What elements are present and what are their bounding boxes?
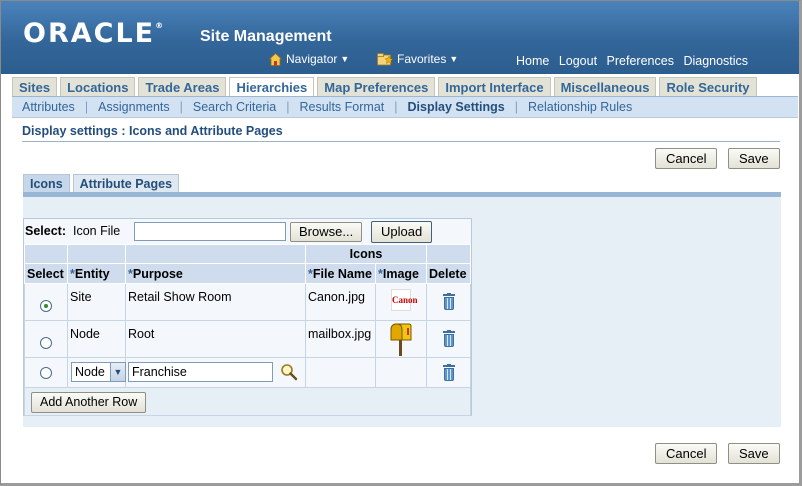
table-row: Node Root mailbox.jpg: [24, 320, 471, 358]
image-cell: Canon: [375, 283, 427, 321]
table-footer-row: Add Another Row: [24, 387, 471, 416]
icons-table: Icons Select *Entity *Purpose *File Name…: [24, 244, 471, 416]
file-name-cell: Canon.jpg: [305, 283, 376, 321]
blank-header: [67, 244, 126, 264]
subnav-search-criteria[interactable]: Search Criteria: [183, 100, 286, 114]
cancel-button-top[interactable]: Cancel: [655, 148, 718, 169]
preferences-link[interactable]: Preferences: [607, 54, 674, 68]
trash-icon[interactable]: [442, 364, 455, 381]
save-button-bottom[interactable]: Save: [728, 443, 780, 464]
title-divider: [22, 141, 780, 142]
entity-cell: Node: [67, 320, 126, 358]
blank-header: [24, 244, 68, 264]
tab-sites[interactable]: Sites: [12, 77, 58, 96]
upload-row: Select: Icon File Browse... Upload: [24, 220, 470, 244]
subnav-relationship-rules[interactable]: Relationship Rules: [518, 100, 642, 114]
purpose-input[interactable]: Franchise: [128, 362, 273, 382]
entity-cell: Site: [67, 283, 126, 321]
canon-image: Canon: [391, 289, 418, 311]
save-button-top[interactable]: Save: [728, 148, 780, 169]
icon-file-label: Icon File: [73, 224, 121, 238]
mailbox-icon: [390, 323, 412, 356]
logout-link[interactable]: Logout: [559, 54, 597, 68]
blank-header: [125, 244, 306, 264]
favorites-label: Favorites: [397, 52, 447, 66]
image-cell: [375, 320, 427, 358]
home-link[interactable]: Home: [516, 54, 549, 68]
purpose-column-header: *Purpose: [125, 263, 306, 284]
tab-trade-areas[interactable]: Trade Areas: [138, 77, 227, 96]
row-select-radio[interactable]: [40, 336, 52, 349]
tab-role-security[interactable]: Role Security: [659, 77, 757, 96]
subnav-attributes[interactable]: Attributes: [12, 100, 85, 114]
tab-import-interface[interactable]: Import Interface: [438, 77, 551, 96]
image-column-header: *Image: [375, 263, 427, 284]
diagnostics-link[interactable]: Diagnostics: [683, 54, 748, 68]
subnav-assignments[interactable]: Assignments: [88, 100, 180, 114]
trash-icon[interactable]: [442, 293, 455, 310]
search-icon[interactable]: [280, 363, 298, 381]
upload-button[interactable]: Upload: [371, 221, 433, 243]
purpose-cell: Root: [125, 320, 306, 358]
tab-map-preferences[interactable]: Map Preferences: [317, 77, 436, 96]
header-bar: ORACLE® Site Management Navigator ▼ Favo…: [1, 1, 799, 74]
favorites-menu[interactable]: Favorites ▼: [377, 52, 458, 66]
tab-locations[interactable]: Locations: [60, 77, 136, 96]
main-tabs: Sites Locations Trade Areas Hierarchies …: [12, 77, 760, 96]
select-label: Select:: [25, 224, 66, 238]
home-icon: [269, 52, 282, 66]
file-name-column-header: *File Name: [305, 263, 376, 284]
select-column-header: Select: [24, 263, 68, 284]
row-select-radio[interactable]: [40, 367, 52, 380]
oracle-logo: ORACLE®: [23, 18, 164, 49]
image-cell: [375, 357, 427, 388]
icon-file-input[interactable]: [134, 222, 286, 241]
blank-header: [426, 244, 471, 264]
chevron-down-icon: ▼: [340, 54, 350, 64]
trash-icon[interactable]: [442, 330, 455, 347]
tab-hierarchies[interactable]: Hierarchies: [229, 77, 315, 96]
entity-select[interactable]: Node ▼: [71, 362, 126, 382]
add-another-row-button[interactable]: Add Another Row: [31, 392, 147, 413]
chevron-down-icon: ▼: [110, 363, 125, 381]
purpose-cell: Retail Show Room: [125, 283, 306, 321]
subtab-attribute-pages[interactable]: Attribute Pages: [72, 174, 180, 193]
cancel-button-bottom[interactable]: Cancel: [655, 443, 718, 464]
app-title: Site Management: [200, 28, 332, 45]
page-title: Display settings : Icons and Attribute P…: [22, 124, 283, 138]
table-row: Site Retail Show Room Canon.jpg Canon: [24, 283, 471, 321]
tab-miscellaneous[interactable]: Miscellaneous: [553, 77, 657, 96]
file-name-cell: mailbox.jpg: [305, 320, 376, 358]
subnav-results-format[interactable]: Results Format: [290, 100, 395, 114]
subtab-icons[interactable]: Icons: [23, 174, 70, 193]
global-links: Home Logout Preferences Diagnostics: [516, 54, 754, 68]
row-select-radio[interactable]: [40, 299, 52, 312]
entity-column-header: *Entity: [67, 263, 126, 284]
chevron-down-icon: ▼: [449, 54, 459, 64]
table-row: Node ▼ Franchise: [24, 357, 471, 388]
sub-navigation: Attributes | Assignments | Search Criteria…: [12, 96, 798, 118]
entity-select-value: Node: [75, 365, 105, 379]
icons-group-header: Icons: [305, 244, 427, 264]
file-name-cell: [305, 357, 376, 388]
subtabs: Icons Attribute Pages: [23, 174, 182, 193]
delete-column-header: Delete: [426, 263, 471, 284]
favorites-folder-icon: [377, 52, 393, 65]
browse-button[interactable]: Browse...: [290, 222, 363, 242]
navigator-menu[interactable]: Navigator ▼: [269, 52, 349, 66]
subnav-display-settings[interactable]: Display Settings: [398, 100, 515, 114]
navigator-label: Navigator: [286, 52, 338, 66]
